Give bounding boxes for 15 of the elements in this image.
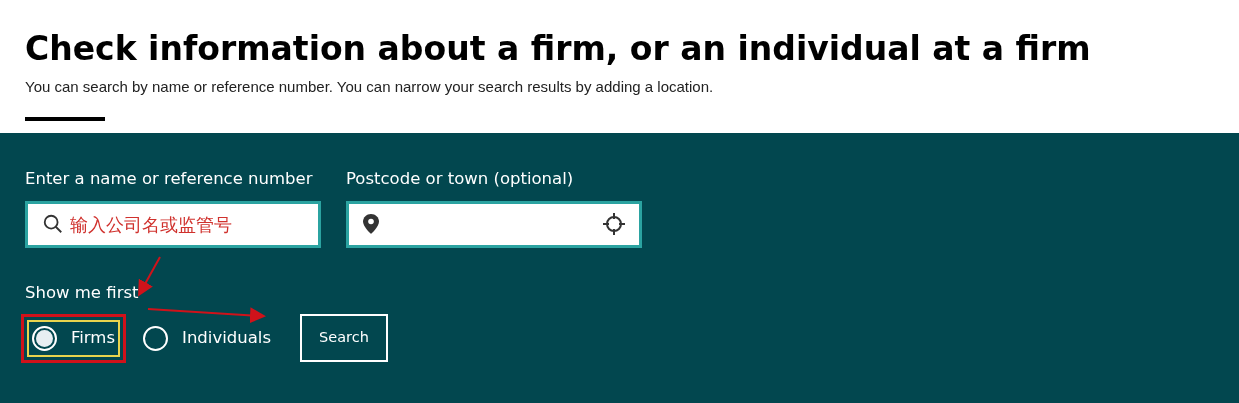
location-field[interactable] — [346, 200, 642, 248]
crosshair-icon[interactable] — [603, 213, 625, 236]
page-title: Check information about a firm, or an individual at a firm — [25, 28, 1092, 70]
field-label: Enter a name or reference number — [25, 168, 314, 190]
field-label: Postcode or town (optional) — [346, 168, 575, 190]
annotation-arrow — [138, 256, 161, 297]
search-button[interactable]: Search — [300, 314, 388, 362]
radio-option[interactable]: Firms — [27, 319, 121, 357]
section-label: Show me first — [25, 281, 140, 304]
page-subtitle: You can search by name or reference number. You can narrow your search results by adding a location. — [25, 77, 715, 97]
radio-option[interactable]: Individuals — [138, 319, 276, 357]
location-pin-icon — [363, 214, 379, 235]
search-icon — [42, 213, 64, 236]
search-field[interactable]: 输入公司名或监管号 — [25, 200, 321, 248]
field-value: 输入公司名或监管号 — [70, 213, 232, 235]
